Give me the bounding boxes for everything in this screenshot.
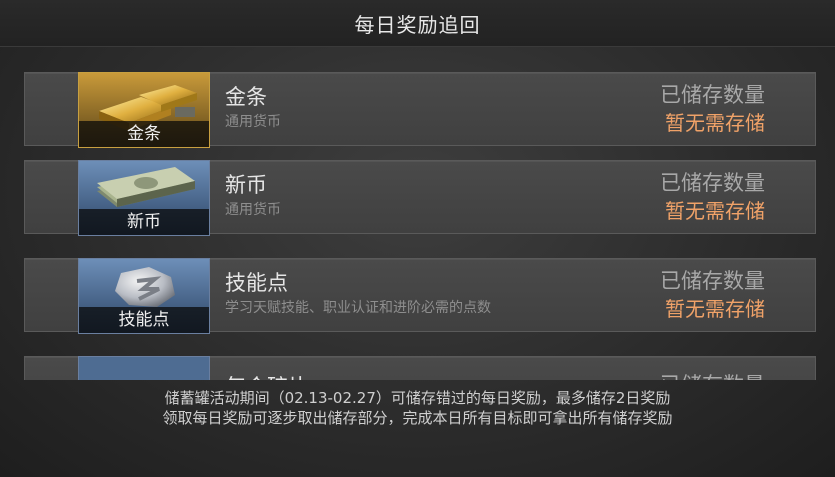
page-title: 每日奖励追回 [354, 12, 481, 37]
stored-label: 已储存数量 [660, 269, 765, 293]
icon-label: 新币 [79, 209, 209, 235]
stored-label: 已储存数量 [660, 369, 765, 380]
title-bar: 每日奖励追回 [0, 0, 835, 47]
icon-label: 金条 [79, 121, 209, 147]
list-item-coins[interactable]: 新币 新币 通用货币 已储存数量 暂无需存储 [24, 160, 816, 236]
icon-label: 技能点 [79, 307, 209, 333]
stored-value: 暂无需存储 [665, 111, 765, 135]
reward-list[interactable]: 金条 金条 通用货币 已储存数量 暂无需存储 新币 新币 通用货币 已储存数量 … [24, 60, 816, 380]
item-icon [78, 356, 210, 380]
list-item-partial[interactable]: 年会碎片 已储存数量 [24, 356, 816, 380]
stored-label: 已储存数量 [660, 83, 765, 107]
item-name: 新币 [225, 173, 267, 197]
list-item-skill-points[interactable]: 技能点 技能点 学习天赋技能、职业认证和进阶必需的点数 已储存数量 暂无需存储 [24, 258, 816, 334]
item-desc: 通用货币 [225, 202, 281, 218]
skill-coin-icon: 技能点 [78, 258, 210, 334]
item-desc: 学习天赋技能、职业认证和进阶必需的点数 [225, 300, 491, 316]
footer-line-2: 领取每日奖励可逐步取出储存部分，完成本日所有目标即可拿出所有储存奖励 [162, 409, 673, 427]
footer-line-1: 储蓄罐活动期间（02.13-02.27）可储存错过的每日奖励，最多储存2日奖励 [164, 389, 671, 407]
stored-label: 已储存数量 [660, 171, 765, 195]
item-name: 金条 [225, 85, 267, 109]
item-desc: 通用货币 [225, 114, 281, 130]
footer-notice: 储蓄罐活动期间（02.13-02.27）可储存错过的每日奖励，最多储存2日奖励 … [0, 388, 835, 428]
stored-value: 暂无需存储 [665, 297, 765, 321]
item-name: 技能点 [225, 271, 288, 295]
item-name: 年会碎片 [225, 371, 309, 380]
gold-bar-icon: 金条 [78, 72, 210, 148]
stored-value: 暂无需存储 [665, 199, 765, 223]
list-item-gold[interactable]: 金条 金条 通用货币 已储存数量 暂无需存储 [24, 72, 816, 148]
banknote-icon: 新币 [78, 160, 210, 236]
